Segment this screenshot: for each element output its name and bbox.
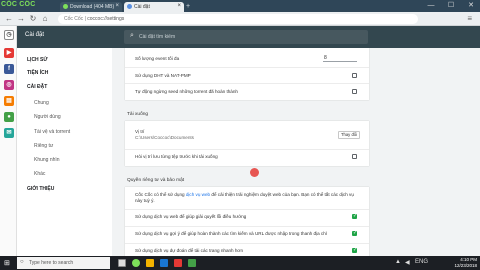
tab-download-label: Download (404 MB) bbox=[70, 4, 115, 10]
instagram-icon[interactable]: ◎ bbox=[4, 80, 14, 90]
seed-stop-checkbox[interactable] bbox=[352, 89, 357, 94]
media-icon[interactable] bbox=[174, 259, 182, 267]
max-downloads-row: Số lượng event tối đa bbox=[125, 52, 369, 66]
window-controls: — ☐ ✕ bbox=[424, 0, 478, 12]
shopping-icon[interactable]: ▤ bbox=[4, 96, 14, 106]
address-prefix: Cốc Cốc bbox=[64, 16, 84, 22]
reload-icon[interactable]: ↻ bbox=[28, 14, 38, 24]
facebook-icon[interactable]: f bbox=[4, 64, 14, 74]
predict-label: Sử dụng dịch vụ dự đoán để tải các trang… bbox=[135, 248, 244, 253]
seed-stop-label: Tự động ngừng seed những torrent đã hoàn… bbox=[135, 89, 238, 94]
clock-date: 12/23/2018 bbox=[454, 263, 477, 268]
network-icon[interactable]: ▲ bbox=[395, 259, 401, 265]
tab-close-icon[interactable]: × bbox=[115, 3, 119, 9]
suggest-row[interactable]: Sử dụng dịch vụ gợi ý để giúp hoàn thành… bbox=[125, 227, 369, 242]
coccoc-taskbar-icon[interactable] bbox=[132, 259, 140, 267]
coccoc-logo: CỐC CỐC bbox=[1, 1, 36, 8]
nav-error-row[interactable]: Sử dụng dịch vụ web để giúp giải quyết l… bbox=[125, 210, 369, 225]
ask-location-label: Hỏi vị trí lưu từng tệp trước khi tải xu… bbox=[135, 154, 218, 159]
download-location-label: Vị trí bbox=[135, 129, 145, 134]
nav-error-label: Sử dụng dịch vụ web để giúp giải quyết l… bbox=[135, 214, 247, 219]
nav-general[interactable]: Chung bbox=[34, 100, 49, 106]
nav-history[interactable]: LỊCH SỬ bbox=[27, 57, 48, 63]
predict-row[interactable]: Sử dụng dịch vụ dự đoán để tải các trang… bbox=[125, 244, 369, 256]
seed-stop-row[interactable]: Tự động ngừng seed những torrent đã hoàn… bbox=[125, 84, 369, 99]
language-icon[interactable]: ENG bbox=[415, 259, 428, 265]
taskbar-search-placeholder: Type here to search bbox=[29, 260, 74, 266]
settings-sidebar: LỊCH SỬ TIỆN ÍCH CÀI ĐẶT Chung Người dùn… bbox=[17, 48, 112, 256]
search-icon: ⌕ bbox=[130, 32, 134, 39]
ask-location-row[interactable]: Hỏi vị trí lưu từng tệp trước khi tải xu… bbox=[125, 150, 369, 165]
menu-icon[interactable]: ≡ bbox=[467, 14, 472, 24]
gear-favicon-icon bbox=[127, 4, 132, 10]
ask-location-checkbox[interactable] bbox=[352, 154, 357, 159]
nav-settings[interactable]: CÀI ĐẶT bbox=[27, 84, 47, 90]
settings-search-input[interactable] bbox=[139, 33, 359, 41]
web-services-link[interactable]: dịch vụ web bbox=[186, 192, 210, 197]
nav-appearance[interactable]: Khung nhìn bbox=[34, 157, 60, 163]
browser-toolbar: ← → ↻ ⌂ Cốc Cốc | coccoc://settings ≡ bbox=[0, 12, 480, 26]
predict-checkbox[interactable] bbox=[352, 247, 357, 253]
downloads-card: Vị trí C:\Users\Coccoc\Documents Thay đổ… bbox=[125, 121, 369, 166]
privacy-card: Cốc Cốc có thể sử dụng dịch vụ web để cả… bbox=[125, 187, 369, 256]
mail-icon[interactable] bbox=[160, 259, 168, 267]
taskbar-search[interactable]: ○ Type here to search bbox=[17, 257, 110, 269]
cursor-highlight bbox=[250, 168, 259, 177]
download-location-path: C:\Users\Coccoc\Documents bbox=[135, 135, 194, 140]
nav-privacy[interactable]: Riêng tư bbox=[34, 143, 53, 149]
tab-download[interactable]: Download (404 MB) × bbox=[60, 2, 122, 12]
volume-icon[interactable]: ◀ bbox=[405, 259, 410, 266]
search-icon: ○ bbox=[20, 259, 24, 265]
settings-header: Cài đặt ⌕ bbox=[17, 26, 480, 48]
nav-about[interactable]: GIỚI THIỆU bbox=[27, 186, 54, 192]
home-icon[interactable]: ⌂ bbox=[40, 14, 50, 24]
privacy-section-title: Quyền riêng tư và bảo mật bbox=[127, 178, 185, 183]
side-app-dock: ◷ ▶ f ◎ ▤ ● ✉ bbox=[0, 26, 17, 256]
downloads-section-title: Tải xuống bbox=[127, 112, 149, 117]
close-window-icon[interactable]: ✕ bbox=[464, 0, 478, 12]
nav-downloads-torrent[interactable]: Tài vệ và torrent bbox=[34, 129, 70, 135]
dht-checkbox[interactable] bbox=[352, 73, 357, 78]
suggest-checkbox[interactable] bbox=[352, 230, 357, 236]
max-downloads-input[interactable] bbox=[323, 55, 357, 62]
torrent-settings-card: Số lượng event tối đa Sử dụng DHT và NAT… bbox=[125, 48, 369, 100]
browser-tabbar: CỐC CỐC Download (404 MB) × Cài đặt × + … bbox=[0, 0, 480, 12]
nav-other[interactable]: Khác bbox=[34, 171, 45, 177]
settings-content: Số lượng event tối đa Sử dụng DHT và NAT… bbox=[112, 48, 480, 256]
back-arrow-icon[interactable]: ← bbox=[4, 14, 14, 24]
change-location-button[interactable]: Thay đổi bbox=[338, 131, 360, 139]
download-location-row: Vị trí C:\Users\Coccoc\Documents Thay đổ… bbox=[125, 124, 369, 148]
tab-close-icon[interactable]: × bbox=[177, 3, 181, 9]
coccoc-app-icon[interactable]: ● bbox=[4, 112, 14, 122]
tab-settings-label: Cài đặt bbox=[134, 4, 150, 10]
maximize-icon[interactable]: ☐ bbox=[444, 0, 458, 12]
nav-extensions[interactable]: TIỆN ÍCH bbox=[27, 70, 48, 76]
task-view-icon[interactable] bbox=[118, 259, 126, 267]
nav-error-checkbox[interactable] bbox=[352, 213, 357, 219]
dht-row[interactable]: Sử dụng DHT và NAT-PMP bbox=[125, 68, 369, 83]
forward-arrow-icon[interactable]: → bbox=[16, 14, 26, 24]
windows-start-icon[interactable]: ⊞ bbox=[4, 259, 10, 267]
file-explorer-icon[interactable] bbox=[146, 259, 154, 267]
new-tab-plus-icon[interactable]: + bbox=[186, 3, 190, 10]
nav-users[interactable]: Người dùng bbox=[34, 114, 61, 120]
tab-settings[interactable]: Cài đặt × bbox=[124, 2, 184, 12]
minimize-icon[interactable]: — bbox=[424, 0, 438, 12]
taskbar-clock[interactable]: 4:10 PM 12/23/2018 bbox=[454, 257, 477, 269]
coccoc-favicon-icon bbox=[63, 4, 68, 10]
suggest-label: Sử dụng dịch vụ gợi ý để giúp hoàn thành… bbox=[135, 231, 327, 236]
max-downloads-label: Số lượng event tối đa bbox=[135, 56, 180, 61]
windows-taskbar: ⊞ ○ Type here to search ▲ ◀ ENG 4:10 PM … bbox=[0, 256, 480, 270]
chat-icon[interactable]: ✉ bbox=[4, 128, 14, 138]
youtube-icon[interactable]: ▶ bbox=[4, 48, 14, 58]
app-icon[interactable] bbox=[188, 259, 196, 267]
privacy-description: Cốc Cốc có thể sử dụng dịch vụ web để cả… bbox=[125, 190, 369, 208]
address-path: coccoc://settings bbox=[87, 16, 125, 22]
settings-search[interactable]: ⌕ bbox=[124, 30, 368, 44]
privacy-desc-text: Cốc Cốc có thể sử dụng bbox=[135, 192, 185, 197]
clock-icon[interactable]: ◷ bbox=[4, 30, 14, 40]
dht-label: Sử dụng DHT và NAT-PMP bbox=[135, 73, 191, 78]
address-bar[interactable]: Cốc Cốc | coccoc://settings bbox=[58, 14, 418, 24]
page-title: Cài đặt bbox=[25, 32, 45, 38]
